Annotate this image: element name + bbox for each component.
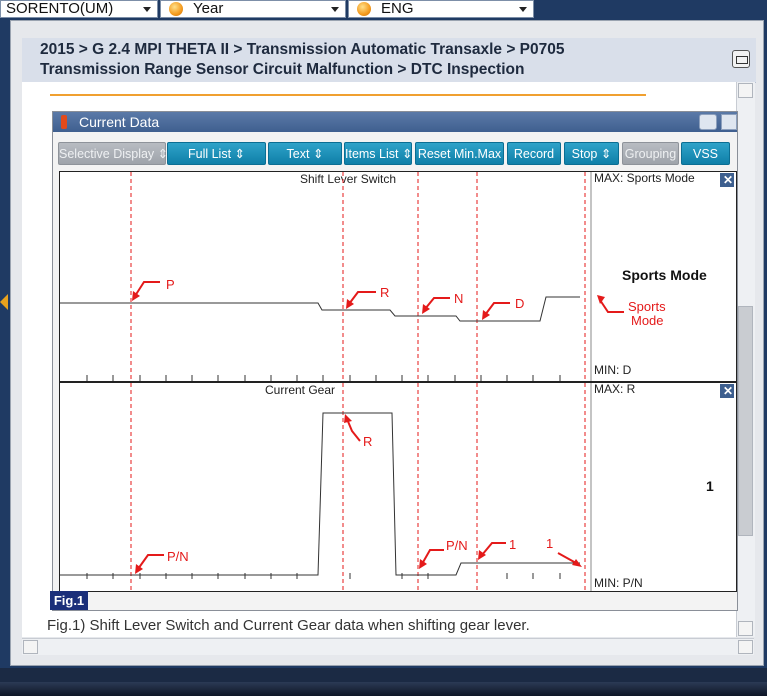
text-label: Text xyxy=(286,147,310,161)
breadcrumb-header: 2015 > G 2.4 MPI THETA II > Transmission… xyxy=(22,38,756,83)
panel-title: Current Data xyxy=(79,114,160,130)
graph2-annotation-1-b: 1 xyxy=(546,536,553,551)
scroll-down-button[interactable] xyxy=(738,621,753,636)
breadcrumb-line-2: Transmission Range Sensor Circuit Malfun… xyxy=(40,61,525,78)
chevron-down-icon xyxy=(519,7,527,12)
figure-label: Fig.1 xyxy=(50,591,88,610)
graph1-current-value: Sports Mode xyxy=(622,267,707,283)
graph2-current-value: 1 xyxy=(706,478,714,494)
text-button[interactable]: Text ⇕ xyxy=(268,142,342,165)
graph1-min-label: MIN: D xyxy=(594,363,632,377)
graph2-ticks xyxy=(86,573,561,579)
stop-label: Stop xyxy=(571,147,598,161)
graph1-event-markers xyxy=(130,172,586,381)
record-button[interactable]: Record xyxy=(507,142,561,165)
graph2-annotation-r: R xyxy=(363,434,372,449)
chevron-down-icon xyxy=(331,7,339,12)
selective-display-button[interactable]: Selective Display ⇕ xyxy=(58,142,168,165)
graph2-annotation-pn-1: P/N xyxy=(167,549,189,564)
list-icon[interactable] xyxy=(721,114,737,130)
graph1-max-label: MAX: Sports Mode xyxy=(594,172,695,185)
collapse-left-arrow-icon[interactable] xyxy=(0,294,8,310)
stop-button[interactable]: Stop ⇕ xyxy=(564,142,619,165)
graph1-annotation-mode: Mode xyxy=(631,313,664,328)
items-list-label: Items List xyxy=(345,147,399,161)
current-data-titlebar: Current Data xyxy=(53,112,737,132)
retry-icon[interactable] xyxy=(699,114,717,130)
year-select[interactable]: Year xyxy=(160,0,346,18)
scroll-right-button[interactable] xyxy=(738,640,753,654)
reset-min-max-button[interactable]: Reset Min.Max xyxy=(415,142,504,165)
chevron-down-icon xyxy=(143,7,151,12)
graph2-title: Current Gear xyxy=(265,383,335,397)
graph1-annotation-n: N xyxy=(454,291,463,306)
engine-select-value: ENG xyxy=(381,0,414,17)
scroll-thumb[interactable] xyxy=(738,306,753,536)
graph2-event-markers xyxy=(130,383,586,591)
graph1-annotation-r: R xyxy=(380,285,389,300)
graph1-ticks xyxy=(86,375,561,381)
graph-shift-lever-switch: Shift Lever Switch MAX: Sports Mode MIN:… xyxy=(59,171,737,382)
taskbar xyxy=(0,668,767,696)
graph1-annotation-arrowheads xyxy=(132,291,605,320)
full-list-button[interactable]: Full List ⇕ xyxy=(167,142,266,165)
graph2-annotation-pn-2: P/N xyxy=(446,538,468,553)
graph1-annotation-d: D xyxy=(515,296,524,311)
close-icon: ✕ xyxy=(723,384,733,398)
taskbar-strip xyxy=(0,682,767,696)
scroll-up-button[interactable] xyxy=(738,83,753,98)
model-select-value: SORENTO(UM) xyxy=(6,0,114,17)
year-select-value: Year xyxy=(193,0,224,17)
full-list-label: Full List xyxy=(187,147,232,161)
graph-current-gear: Current Gear MAX: R MIN: P/N 1 ✕ R P/N P… xyxy=(59,382,737,592)
breadcrumb: 2015 > G 2.4 MPI THETA II > Transmission… xyxy=(40,40,565,80)
graph2-min-label: MIN: P/N xyxy=(594,576,643,590)
close-icon: ✕ xyxy=(723,173,733,187)
graph2-max-label: MAX: R xyxy=(594,383,636,396)
items-list-button[interactable]: Items List ⇕ xyxy=(344,142,412,165)
horizontal-scrollbar[interactable] xyxy=(22,638,754,655)
vehicle-selector-bar: SORENTO(UM) Year ENG xyxy=(0,0,767,20)
graph1-annotation-p: P xyxy=(166,277,175,292)
model-select[interactable]: SORENTO(UM) xyxy=(0,0,158,18)
engine-select[interactable]: ENG xyxy=(348,0,534,18)
selective-display-label: Selective Display xyxy=(59,147,155,161)
current-data-panel: Current Data Selective Display ⇕ Full Li… xyxy=(52,111,738,611)
panel-flag-icon xyxy=(61,115,67,129)
graph1-annotation-sports: Sports xyxy=(628,299,666,314)
section-divider xyxy=(50,94,646,96)
graph2-signal-trace xyxy=(60,412,580,576)
graph1-canvas: Shift Lever Switch MAX: Sports Mode MIN:… xyxy=(60,172,734,381)
graph1-signal-trace xyxy=(60,296,580,322)
year-status-icon xyxy=(169,2,183,16)
graph2-canvas: Current Gear MAX: R MIN: P/N 1 ✕ R P/N P… xyxy=(60,383,734,591)
scroll-left-button[interactable] xyxy=(23,640,38,654)
grouping-button[interactable]: Grouping xyxy=(622,142,679,165)
print-button[interactable] xyxy=(732,50,750,68)
vss-button[interactable]: VSS xyxy=(681,142,730,165)
figure-caption: Fig.1) Shift Lever Switch and Current Ge… xyxy=(47,617,530,634)
vertical-scrollbar[interactable] xyxy=(736,82,755,637)
breadcrumb-line-1: 2015 > G 2.4 MPI THETA II > Transmission… xyxy=(40,41,565,58)
graph2-annotation-1-a: 1 xyxy=(509,537,516,552)
graph1-title: Shift Lever Switch xyxy=(300,172,396,186)
engine-status-icon xyxy=(357,2,371,16)
